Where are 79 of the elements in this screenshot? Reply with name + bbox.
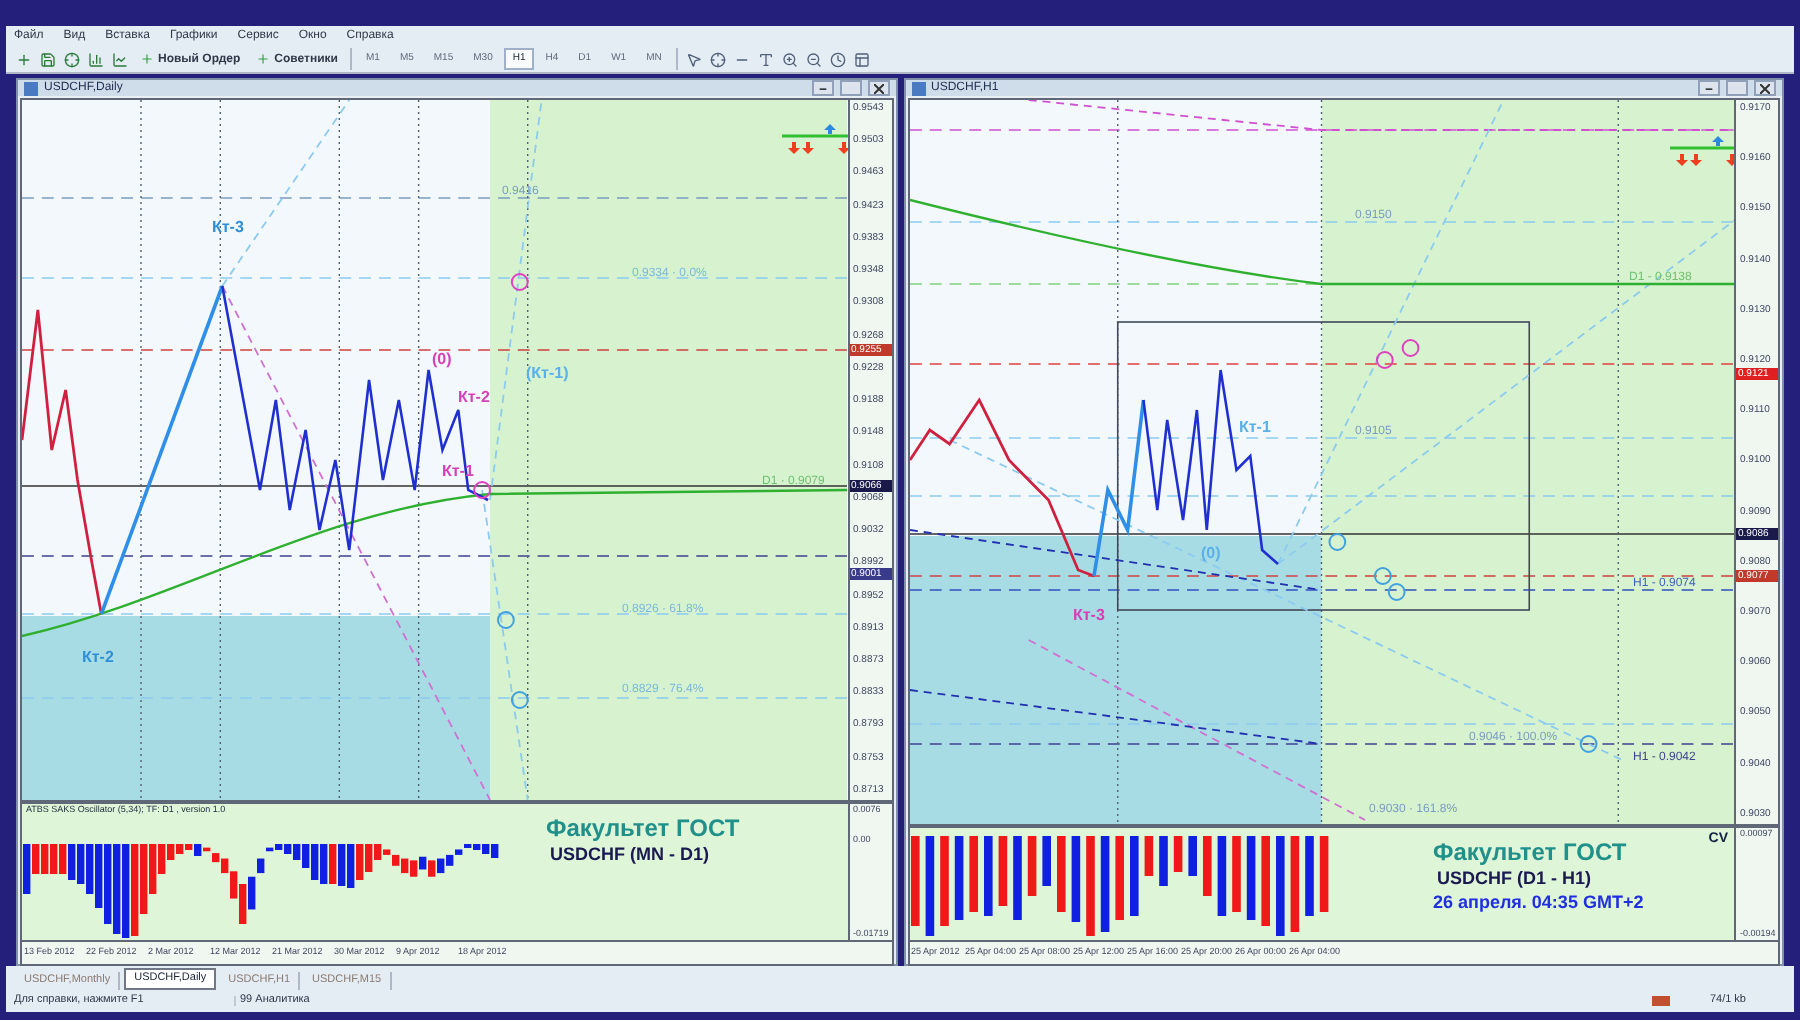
histogram-bar (1026, 836, 1036, 896)
bar-chart-icon[interactable] (88, 51, 104, 67)
histogram-bar (1172, 836, 1182, 872)
marker-circle (1400, 339, 1419, 357)
marker-circle (510, 691, 529, 709)
histogram-bar (968, 836, 977, 912)
connection-icon (1651, 996, 1670, 1006)
signal-arrows-icon (1669, 136, 1734, 168)
caption-title: Факультет ГОСТ (546, 816, 740, 840)
close-button[interactable] (867, 80, 889, 96)
histogram-bar (924, 836, 934, 936)
minimize-icon (1704, 84, 1714, 94)
wave-label: (0) (432, 352, 452, 368)
add-icon (256, 52, 271, 66)
close-icon (873, 83, 883, 93)
caption-subtitle: USDCHF (D1 - H1) (1435, 870, 1594, 888)
crosshair-icon[interactable] (709, 51, 726, 67)
histogram-bar (1012, 836, 1021, 920)
signal-arrows-icon (782, 124, 847, 156)
text-tool-icon[interactable] (757, 51, 774, 67)
close-icon (1760, 83, 1770, 93)
histogram-bar (1099, 836, 1109, 932)
minimize-button[interactable] (811, 80, 833, 96)
histogram-bar (997, 836, 1007, 906)
histogram-bar (1114, 836, 1123, 920)
minimize-icon (817, 84, 827, 94)
close-button[interactable] (1754, 80, 1776, 96)
template-icon[interactable] (853, 51, 870, 67)
histogram-bar (983, 836, 992, 916)
histogram-bar (1129, 836, 1138, 916)
marker-circle (1386, 583, 1405, 601)
wave-label: Кт-3 (1073, 608, 1105, 624)
histogram-bar (1275, 836, 1284, 936)
histogram-bar (1245, 836, 1255, 920)
wave-label: Кт-3 (212, 220, 244, 236)
marker-circle (1578, 735, 1597, 753)
caption-date: 26 апреля. 04:35 GMT+2 (1433, 894, 1644, 912)
add-icon (140, 52, 154, 66)
wave-label: Кт-2 (458, 390, 490, 406)
crosshair-icon[interactable] (64, 51, 80, 67)
histogram-bar (1318, 836, 1328, 912)
histogram-bar (1187, 836, 1196, 876)
histogram-bar (1158, 836, 1167, 886)
wave-label: (Кт-1) (526, 366, 569, 382)
histogram-bar (910, 836, 919, 926)
zoom-out-icon[interactable] (805, 51, 822, 67)
chart-icon (24, 81, 38, 95)
histogram-bar (1260, 836, 1269, 926)
marker-circle (510, 273, 529, 291)
histogram-bar (1231, 836, 1240, 912)
histogram-bar (1056, 836, 1065, 912)
line-chart-icon[interactable] (112, 51, 128, 67)
histogram-bar (1070, 836, 1080, 922)
marker-circle (1372, 567, 1391, 585)
marker-circle (473, 481, 492, 499)
histogram-bar (1041, 836, 1050, 886)
caption-title: Факультет ГОСТ (1433, 840, 1629, 864)
new-chart-icon[interactable] (16, 51, 32, 67)
histogram-bar (1304, 836, 1313, 916)
caption-subtitle: USDCHF (MN - D1) (548, 846, 711, 864)
histogram-bar (953, 836, 963, 920)
wave-label: Кт-1 (1239, 420, 1271, 436)
zoom-in-icon[interactable] (781, 51, 798, 67)
minimize-button[interactable] (1698, 80, 1720, 96)
chart-icon (911, 81, 925, 95)
wave-label: Кт-2 (82, 650, 114, 666)
marker-circle (1374, 351, 1393, 369)
histogram-bar (1085, 836, 1094, 936)
histogram-bar (1289, 836, 1299, 932)
marker-circle (496, 611, 515, 629)
cursor-icon[interactable] (685, 51, 702, 67)
marker-circle (1327, 533, 1346, 551)
histogram-bar (939, 836, 948, 926)
wave-label: (0) (1201, 546, 1221, 562)
save-icon[interactable] (40, 51, 56, 67)
histogram-bar (1202, 836, 1211, 896)
histogram-bar (1143, 836, 1153, 876)
histogram-bar (1216, 836, 1226, 916)
clock-icon[interactable] (829, 51, 846, 67)
